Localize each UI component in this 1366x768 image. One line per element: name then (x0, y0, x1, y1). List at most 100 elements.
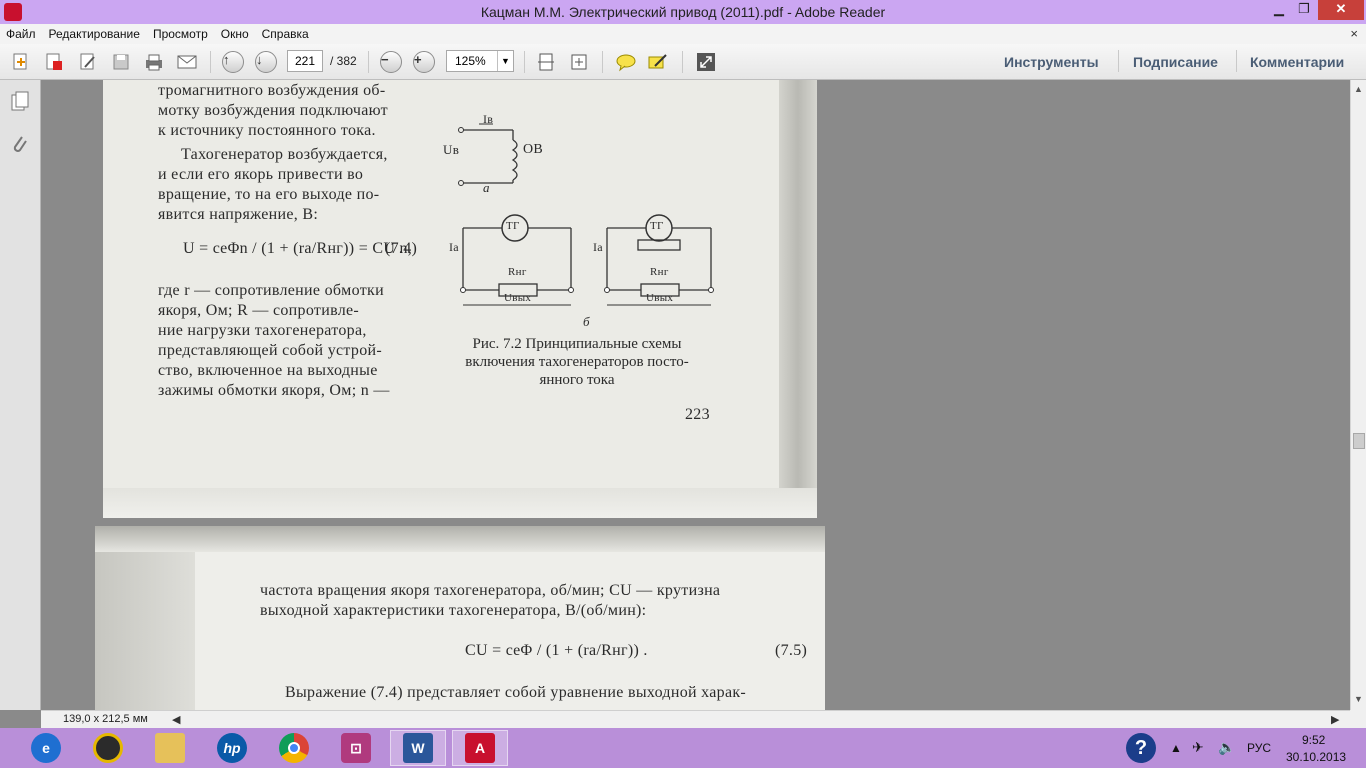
prev-page-icon: ↑ (222, 51, 244, 73)
text-line: где r — сопротивление обмотки (158, 282, 384, 299)
text-line: Выражение (7.4) представляет собой уравн… (285, 684, 747, 701)
circuit-diagram (458, 123, 714, 306)
airplane-mode-icon[interactable]: ✈ (1192, 739, 1204, 756)
formula-7-5: CU = cеΦ / (1 + (ra/Rнг)) . (465, 642, 648, 659)
ie-taskbar-button[interactable]: e (18, 730, 74, 766)
print-icon[interactable] (142, 51, 166, 73)
email-icon[interactable] (175, 51, 199, 73)
text-line: ние нагрузки тахогенератора, (158, 322, 367, 339)
chrome-taskbar-button[interactable] (266, 730, 322, 766)
text-line: представляющей собой устрой- (158, 342, 382, 359)
toolbar-separator (368, 51, 369, 73)
language-indicator[interactable]: РУС (1247, 741, 1271, 755)
document-view[interactable]: тромагнитного возбуждения об- мотку возб… (41, 80, 1350, 710)
export-icon[interactable] (42, 51, 66, 73)
chrome-icon (279, 733, 309, 763)
menu-window[interactable]: Окно (221, 27, 249, 41)
figure-caption-line: Рис. 7.2 Принципиальные схемы (472, 336, 682, 352)
menu-view[interactable]: Просмотр (153, 27, 208, 41)
formula-number: (7.5) (775, 642, 808, 659)
navigation-panel (0, 80, 41, 710)
page-total: / 382 (330, 54, 357, 68)
attachments-icon[interactable] (9, 132, 31, 156)
vertical-scrollbar[interactable]: ▲ ▼ (1350, 80, 1366, 710)
label-a: а (483, 180, 490, 195)
comment-icon[interactable] (614, 51, 638, 73)
scrollbar-thumb[interactable] (1353, 433, 1365, 449)
remote-taskbar-button[interactable]: ⊡ (328, 730, 384, 766)
pages-icon[interactable] (9, 90, 31, 114)
media-player-icon (93, 733, 123, 763)
taskbar: e hp ⊡ W A (0, 728, 1366, 768)
scroll-left-icon[interactable]: ◀ (172, 713, 180, 726)
explorer-taskbar-button[interactable] (142, 730, 198, 766)
help-icon[interactable]: ? (1126, 733, 1156, 763)
page-number-input[interactable]: 221 (287, 50, 323, 72)
toolbar-separator (210, 51, 211, 73)
menu-edit[interactable]: Редактирование (49, 27, 140, 41)
adobe-reader-icon: A (465, 733, 495, 763)
page-binding-shadow (95, 552, 195, 710)
sign-link[interactable]: Подписание (1133, 54, 1218, 70)
edit-icon[interactable] (76, 51, 100, 73)
zoom-in-button[interactable]: + (412, 51, 436, 73)
toolbar-separator (682, 51, 683, 73)
pdf-page-223: тромагнитного возбуждения об- мотку возб… (103, 80, 817, 518)
hp-taskbar-button[interactable]: hp (204, 730, 260, 766)
prev-page-button[interactable]: ↑ (221, 51, 245, 73)
text-line: явится напряжение, В: (158, 206, 319, 223)
fit-width-icon[interactable] (567, 51, 591, 73)
label-rng-2: Rнг (650, 266, 669, 278)
maximize-button[interactable]: ❐ (1290, 0, 1318, 20)
clock-date[interactable]: 30.10.2013 (1286, 750, 1346, 764)
text-line: частота вращения якоря тахогенератора, о… (260, 582, 721, 599)
scroll-right-icon[interactable]: ▶ (1331, 713, 1339, 726)
page-header-shadow (95, 526, 825, 552)
zoom-select[interactable]: 125% ▼ (446, 50, 514, 72)
scroll-down-icon[interactable]: ▼ (1354, 694, 1363, 704)
close-button[interactable]: ✕ (1318, 0, 1364, 20)
label-tg-2: ТГ (650, 220, 664, 232)
close-document-icon[interactable]: × (1350, 26, 1358, 41)
scroll-corner (1350, 710, 1366, 728)
remote-icon: ⊡ (341, 733, 371, 763)
next-page-button[interactable]: ↓ (254, 51, 278, 73)
clock-time[interactable]: 9:52 (1302, 733, 1325, 747)
fullscreen-icon[interactable] (694, 51, 718, 73)
page-footer-area (103, 488, 817, 518)
title-bar: Кацман М.М. Электрический привод (2011).… (0, 0, 1366, 24)
minimize-button[interactable]: ▁ (1265, 0, 1293, 20)
label-iv: Iв (483, 112, 494, 126)
label-tg-1: ТГ (506, 220, 520, 232)
zoom-out-button[interactable]: − (379, 51, 403, 73)
tools-link[interactable]: Инструменты (1004, 54, 1099, 70)
menu-bar: Файл Редактирование Просмотр Окно Справк… (0, 24, 1366, 44)
zoom-out-icon: − (380, 51, 402, 73)
volume-icon[interactable]: 🔈 (1218, 739, 1235, 756)
pdf-page-224: частота вращения якоря тахогенератора, о… (95, 526, 825, 710)
create-pdf-icon[interactable] (9, 51, 33, 73)
menu-file[interactable]: Файл (6, 27, 36, 41)
label-ia-2: Iа (593, 240, 603, 254)
toolbar-separator (602, 51, 603, 73)
word-icon: W (403, 733, 433, 763)
highlight-icon[interactable] (646, 51, 670, 73)
next-page-icon: ↓ (255, 51, 277, 73)
label-ov: ОВ (523, 142, 544, 157)
media-taskbar-button[interactable] (80, 730, 136, 766)
comments-link[interactable]: Комментарии (1250, 54, 1344, 70)
fit-page-icon[interactable] (534, 51, 558, 73)
adobe-reader-taskbar-button[interactable]: A (452, 730, 508, 766)
text-line: якоря, Ом; R — сопротивле- (158, 302, 360, 319)
word-taskbar-button[interactable]: W (390, 730, 446, 766)
zoom-in-icon: + (413, 51, 435, 73)
page-binding-shadow (779, 80, 817, 518)
save-icon[interactable] (109, 51, 133, 73)
scroll-up-icon[interactable]: ▲ (1354, 84, 1363, 94)
label-ia-1: Iа (449, 240, 459, 254)
formula-7-4: U = cеΦn / (1 + (ra/Rнг)) = CU n, (183, 240, 413, 257)
page-number: 223 (685, 406, 710, 423)
menu-help[interactable]: Справка (262, 27, 309, 41)
show-hidden-icons-icon[interactable]: ▲ (1170, 741, 1182, 755)
chevron-down-icon[interactable]: ▼ (497, 51, 513, 71)
